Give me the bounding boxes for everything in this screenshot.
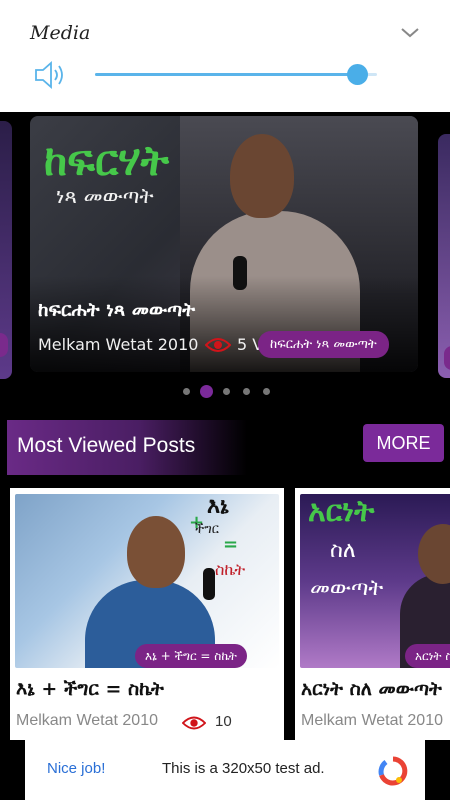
featured-carousel[interactable]: ከፍርሃት ነጻ መውጣት ከፍርሐት ነጻ መውጣት Melkam Wetat… xyxy=(0,112,450,412)
thumbnail-microphone xyxy=(203,568,215,600)
slide-author: Melkam Wetat 2010 xyxy=(38,335,199,354)
post-title[interactable]: አርነት ስለ መውጣት xyxy=(301,678,442,700)
slide-category-tag[interactable]: ከፍርሐት ነጻ መውጣት xyxy=(258,331,389,358)
post-thumbnail[interactable]: አርነት ስለ መውጣት አርነት ስለ መውጣት xyxy=(300,494,450,668)
post-card[interactable]: እኔ + ችግር = ስኬት እኔ + ችግር = ስኬት እኔ + ችግር =… xyxy=(10,488,284,740)
ad-logo-icon[interactable] xyxy=(377,755,409,787)
post-thumbnail[interactable]: እኔ + ችግር = ስኬት እኔ + ችግር = ስኬት xyxy=(15,494,279,668)
slide-graphic-subtitle: ነጻ መውጣት xyxy=(56,184,154,208)
carousel-prev-slide[interactable] xyxy=(0,121,12,379)
ad-headline: Nice job! xyxy=(47,760,106,777)
chevron-down-icon[interactable] xyxy=(398,22,422,42)
section-title: Most Viewed Posts xyxy=(17,434,196,457)
volume-slider-fill xyxy=(95,73,358,76)
volume-slider[interactable] xyxy=(95,64,377,85)
ad-banner[interactable]: Nice job! This is a 320x50 test ad. xyxy=(25,740,425,800)
eye-icon xyxy=(182,716,206,730)
carousel-dot[interactable] xyxy=(263,388,270,395)
thumbnail-text-1: እኔ xyxy=(207,494,229,519)
media-title: Media xyxy=(30,22,91,44)
thumbnail-text-2: ችግር xyxy=(195,522,219,537)
post-title[interactable]: እኔ + ችግር = ስኬት xyxy=(16,678,164,700)
post-author: Melkam Wetat 2010 xyxy=(16,712,158,729)
carousel-dot[interactable] xyxy=(243,388,250,395)
media-panel: Media xyxy=(0,0,450,112)
thumbnail-equals: = xyxy=(223,534,239,555)
thumbnail-person-head xyxy=(127,516,185,588)
speaker-icon[interactable] xyxy=(33,60,67,90)
carousel-dots xyxy=(180,384,280,398)
post-category-tag[interactable]: እኔ + ችግር = ስኬት xyxy=(135,644,247,668)
thumbnail-person-head xyxy=(418,524,450,584)
carousel-dot[interactable] xyxy=(200,385,213,398)
carousel-slide[interactable]: ከፍርሃት ነጻ መውጣት ከፍርሐት ነጻ መውጣት Melkam Wetat… xyxy=(30,116,418,372)
post-category-tag[interactable]: አርነት ስለ መውጣት xyxy=(405,644,450,668)
carousel-dot[interactable] xyxy=(223,388,230,395)
carousel-next-slide-tag xyxy=(444,346,450,370)
carousel-next-slide[interactable] xyxy=(438,134,450,378)
post-views: 10 xyxy=(215,713,232,730)
post-card[interactable]: አርነት ስለ መውጣት አርነት ስለ መውጣት አርነት ስለ መውጣት M… xyxy=(295,488,450,740)
slide-person-head xyxy=(230,134,294,218)
slide-title[interactable]: ከፍርሐት ነጻ መውጣት xyxy=(38,299,195,321)
eye-icon xyxy=(205,338,231,352)
thumbnail-text-2: ስለ xyxy=(330,538,356,563)
slide-graphic-title: ከፍርሃት xyxy=(44,136,170,185)
thumbnail-text-3: መውጣት xyxy=(310,576,384,601)
post-author: Melkam Wetat 2010 xyxy=(301,712,443,729)
section-header: Most Viewed Posts xyxy=(7,420,247,475)
ad-body: This is a 320x50 test ad. xyxy=(162,760,325,777)
carousel-prev-slide-tag xyxy=(0,333,8,357)
thumbnail-text-3: ስኬት xyxy=(215,560,246,579)
volume-slider-thumb[interactable] xyxy=(347,64,369,85)
carousel-dot[interactable] xyxy=(183,388,190,395)
thumbnail-text-1: አርነት xyxy=(308,494,375,529)
more-button[interactable]: MORE xyxy=(363,424,444,462)
